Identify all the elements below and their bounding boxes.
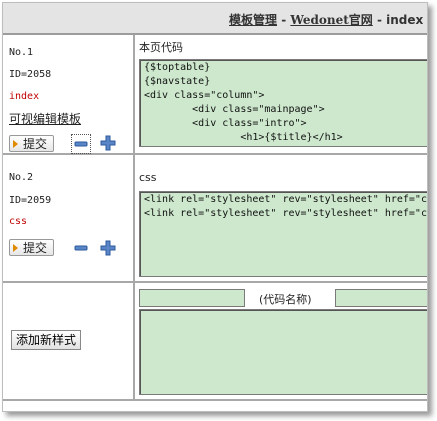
plus-icon[interactable]	[100, 135, 116, 151]
code-name-input[interactable]	[139, 289, 245, 307]
add-new-style-button[interactable]: 添加新样式	[11, 330, 82, 350]
breadcrumb-site[interactable]: Wedonet官网	[290, 13, 372, 27]
template-manager-window: 模板管理 - Wedonet官网 - index No.1 ID=2058 in…	[2, 2, 428, 412]
code-editor[interactable]: <link rel="stylesheet" rev="stylesheet" …	[139, 191, 428, 277]
breadcrumb-template-manage[interactable]: 模板管理	[229, 13, 277, 27]
new-style-actions: 添加新样式	[3, 283, 135, 399]
code-panel: css <link rel="stylesheet" rev="styleshe…	[135, 155, 427, 281]
breadcrumb-separator: -	[372, 13, 387, 27]
template-id: ID=2058	[9, 69, 52, 80]
template-info: No.2 ID=2059 css 提交	[3, 155, 135, 281]
breadcrumb-separator: -	[277, 13, 291, 27]
code-line: <link rel="stylesheet" rev="stylesheet" …	[144, 194, 428, 205]
submit-button[interactable]: 提交	[9, 239, 55, 256]
minus-icon[interactable]	[73, 240, 89, 256]
code-panel: 本页代码 {$toptable} {$navstate} <div class=…	[135, 35, 427, 153]
new-code-editor[interactable]	[139, 309, 427, 395]
template-name: index	[9, 91, 40, 102]
submit-label: 提交	[23, 137, 48, 151]
template-row: No.1 ID=2058 index 可视编辑模板 提交 本页代码 {$topt…	[3, 35, 427, 155]
minus-icon	[74, 141, 88, 147]
code-line: <div class="column">	[144, 90, 265, 101]
breadcrumb: 模板管理 - Wedonet官网 - index	[229, 11, 423, 28]
code-title: css	[139, 171, 157, 184]
arrow-right-icon	[13, 139, 18, 148]
plus-icon[interactable]	[100, 240, 116, 256]
code-line: <link rel="stylesheet" rev="stylesheet" …	[144, 208, 428, 219]
template-name: css	[9, 216, 28, 227]
remove-button[interactable]	[71, 134, 91, 154]
code-line: <h1>{$title}</h1>	[144, 132, 343, 143]
code-name-input-extra[interactable]	[335, 289, 427, 307]
new-style-panel: (代码名称)	[135, 283, 427, 399]
breadcrumb-page: index	[386, 13, 424, 27]
code-line: {$navstate}	[144, 76, 211, 87]
code-line: <div class="mainpage">	[144, 104, 325, 115]
visual-edit-link[interactable]: 可视编辑模板	[9, 110, 81, 127]
template-row: No.2 ID=2059 css 提交 css <link rel="style…	[3, 155, 427, 283]
submit-label: 提交	[23, 241, 48, 255]
template-id: ID=2059	[9, 195, 52, 206]
code-name-label: (代码名称)	[259, 293, 312, 306]
template-number: No.2	[9, 172, 34, 183]
code-name-bar: (代码名称)	[139, 289, 427, 307]
code-title: 本页代码	[139, 41, 183, 54]
code-line: <div class="intro">	[144, 118, 307, 129]
code-line: {$toptable}	[144, 62, 211, 73]
template-info: No.1 ID=2058 index 可视编辑模板 提交	[3, 35, 135, 154]
new-style-row: 添加新样式 (代码名称)	[3, 283, 427, 401]
submit-button[interactable]: 提交	[9, 135, 55, 152]
header-bar: 模板管理 - Wedonet官网 - index	[3, 3, 427, 35]
code-editor[interactable]: {$toptable} {$navstate} <div class="colu…	[139, 59, 427, 147]
template-number: No.1	[9, 47, 34, 58]
arrow-right-icon	[13, 243, 18, 252]
